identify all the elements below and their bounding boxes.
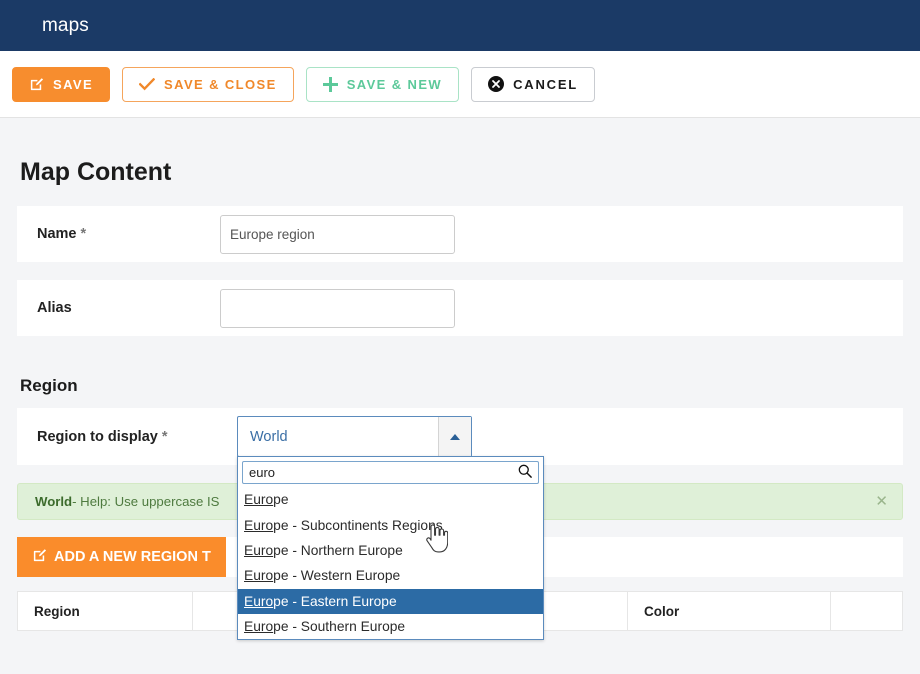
page-title: Map Content xyxy=(20,158,172,186)
plus-icon xyxy=(322,76,338,92)
content-area: Map Content Name * Alias Region Region t… xyxy=(0,118,920,641)
region-select-value: World xyxy=(250,428,288,445)
list-item[interactable]: Euro pe - Western Europe xyxy=(238,563,543,588)
region-select[interactable]: World xyxy=(237,416,472,457)
column-header-color: Color xyxy=(627,591,831,631)
save-and-close-button[interactable]: SAVE & CLOSE xyxy=(122,66,294,102)
alert-text: - Help: Use uppercase IS xyxy=(72,494,220,509)
cancel-button-label: CANCEL xyxy=(513,76,579,92)
close-icon[interactable]: ✕ xyxy=(875,494,888,509)
save-button-label: SAVE xyxy=(53,76,94,92)
action-toolbar: SAVE SAVE & CLOSE SAVE & NEW CANCEL xyxy=(0,51,920,118)
add-new-region-button[interactable]: ADD A NEW REGION T xyxy=(17,537,226,577)
dropdown-search-wrapper xyxy=(238,457,543,487)
region-option-list: Euro pe Euro pe - Subcontinents Regions Eu… xyxy=(238,487,543,639)
dropdown-search-input[interactable] xyxy=(242,461,539,484)
field-row-alias: Alias xyxy=(17,280,903,336)
cancel-button[interactable]: CANCEL xyxy=(471,66,596,102)
region-select-wrapper: World Euro xyxy=(237,416,544,641)
name-label: Name * xyxy=(37,226,87,242)
column-header-blank-2 xyxy=(830,591,903,631)
save-and-new-label: SAVE & NEW xyxy=(346,76,443,92)
save-and-new-button[interactable]: SAVE & NEW xyxy=(305,66,460,102)
save-and-close-label: SAVE & CLOSE xyxy=(164,76,277,92)
app-header: maps xyxy=(0,0,920,51)
chevron-up-icon[interactable] xyxy=(438,417,471,456)
region-dropdown-panel: Europe Europe - Subcontinents Regions Eu… xyxy=(237,456,544,641)
name-input[interactable] xyxy=(220,214,455,254)
list-item-selected[interactable]: Euro pe - Eastern Europe xyxy=(238,588,543,614)
alert-strong-text: World xyxy=(35,494,73,509)
edit-square-icon xyxy=(32,548,47,567)
check-icon xyxy=(139,77,156,91)
field-row-name: Name * xyxy=(17,206,903,262)
list-item[interactable]: Euro pe - Southern Europe xyxy=(238,614,543,639)
column-header-region: Region xyxy=(17,591,193,631)
close-circle-icon xyxy=(488,76,505,92)
list-item[interactable]: Euro pe - Northern Europe xyxy=(238,538,543,563)
region-section-title: Region xyxy=(20,376,78,395)
list-item[interactable]: Euro pe - Subcontinents Regions xyxy=(238,512,543,537)
field-row-region: Region to display * World euro Euro pe E… xyxy=(17,408,903,641)
region-to-display-label: Region to display * xyxy=(37,428,168,445)
alias-label: Alias xyxy=(37,300,72,316)
required-marker-region: * xyxy=(157,428,168,445)
app-title: maps xyxy=(42,14,89,36)
required-marker: * xyxy=(76,226,87,242)
add-new-region-label: ADD A NEW REGION T xyxy=(54,549,211,565)
edit-square-icon xyxy=(29,77,44,92)
save-button[interactable]: SAVE xyxy=(12,66,111,102)
list-item[interactable]: Euro pe xyxy=(238,487,543,512)
alias-input[interactable] xyxy=(220,288,455,328)
